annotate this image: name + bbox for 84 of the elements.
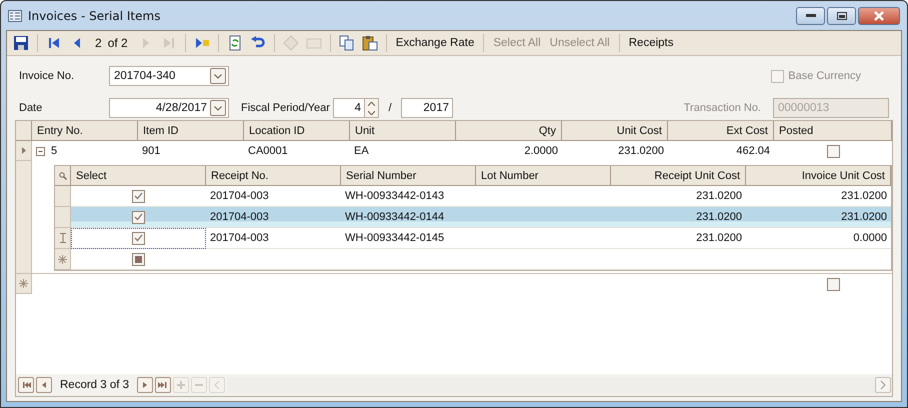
paste-icon[interactable] [360,33,380,53]
posted-checkbox[interactable] [826,144,840,158]
date-field[interactable]: 4/28/2017 [109,98,229,118]
table-cell: 0.0000 [746,228,891,249]
table-cell-text: 231.0200 [617,144,665,159]
table-cell: WH-00933442-0144 [341,207,476,228]
last-record-button[interactable] [155,377,172,393]
table-cell-text: CA0001 [247,144,289,159]
column-header[interactable]: Entry No. [32,121,138,141]
last-record-icon [157,379,170,391]
minimize-button[interactable] [796,6,825,24]
table-cell: 231.0200 [746,207,891,228]
period-spinner[interactable]: 4 [333,98,379,118]
table-cell: 201704-003 [206,228,341,249]
table-row[interactable]: 201704-003 WH-00933442-0145 231.0200 0.0000 [55,228,891,249]
column-header[interactable]: Receipt No. [206,166,341,186]
checkbox-label: Base Currency [788,70,861,82]
next-button[interactable] [137,377,154,393]
table-cell-text: 462.04 [735,144,771,159]
table-row[interactable]: 201704-003 WH-00933442-0144 231.0200 231.0200 [55,207,891,228]
column-header[interactable]: Qty [456,121,562,141]
horizontal-scrollbar[interactable] [227,376,892,394]
maximize-icon [836,12,846,20]
close-icon [873,10,885,20]
table-cell: 231.0200 [611,228,746,249]
field-label: Fiscal Period/Year [241,102,331,114]
plus-icon [175,379,188,391]
row-selector[interactable] [16,274,32,294]
table-cell: 5 [51,145,58,157]
square-icon [135,256,142,262]
window-title: Invoices - Serial Items [28,8,162,22]
table-cell: 231.0200 [611,207,746,228]
separator-text: / [388,102,392,114]
table-cell-text: EA [353,144,370,159]
new-row-icon [19,279,28,288]
field-label: Invoice No. [19,70,76,82]
field-label: Date [19,102,44,114]
record-counter: Record 3 of 3 [59,379,130,391]
dropdown-icon[interactable] [210,68,226,84]
column-header[interactable]: Ext Cost [668,121,774,141]
select-checkbox[interactable] [132,190,145,202]
row-selector[interactable] [55,228,71,249]
column-header[interactable]: Receipt Unit Cost [611,166,746,186]
previous-button[interactable] [36,377,52,393]
close-button[interactable] [858,6,900,24]
maximize-button[interactable] [827,6,856,24]
column-header[interactable]: Unit Cost [562,121,668,141]
invoice-number-dropdown[interactable]: 201704-340 [109,66,229,86]
column-header[interactable]: Posted [774,121,892,141]
table-cell: 201704-003 [206,207,341,228]
form-icon [8,10,22,22]
collapse-icon[interactable] [36,146,45,156]
column-header[interactable]: Location ID [244,121,350,141]
first-record-button[interactable] [18,377,34,393]
toolbar-button[interactable]: Receipts [626,35,676,51]
row-selector[interactable] [16,141,32,161]
toolbar-button[interactable]: Exchange Rate [392,35,478,51]
spinner-arrows-icon[interactable] [364,99,378,117]
scroll-right-button[interactable] [875,376,891,392]
year-field[interactable]: 2017 [401,98,453,118]
posted-checkbox[interactable] [826,278,840,290]
column-header[interactable]: Lot Number [476,166,611,186]
column-header[interactable]: Item ID [138,121,244,141]
first-record-icon [20,379,32,391]
table-cell-text: 901 [141,144,162,159]
row-selector[interactable] [55,249,71,270]
table-cell-text: 2.0000 [523,144,559,159]
select-checkbox[interactable] [132,232,145,244]
scroll-right-icon [880,380,886,390]
column-header[interactable]: Unit [350,121,456,141]
column-header[interactable]: Serial Number [341,166,476,186]
minimize-icon [806,14,816,17]
page-count: of 2 [108,36,128,50]
field-label: Transaction No. [684,102,761,114]
column-header[interactable]: Select [71,166,206,186]
table-cell: WH-00933442-0145 [341,228,476,249]
page-number: 2 [95,36,102,50]
save-icon[interactable] [11,33,31,53]
column-header[interactable]: Invoice Unit Cost [746,166,891,186]
search-icon[interactable] [58,172,66,180]
new-row-icon [58,254,67,264]
select-checkbox[interactable] [132,252,145,266]
dropdown-icon[interactable] [210,100,226,116]
select-checkbox[interactable] [132,210,145,224]
